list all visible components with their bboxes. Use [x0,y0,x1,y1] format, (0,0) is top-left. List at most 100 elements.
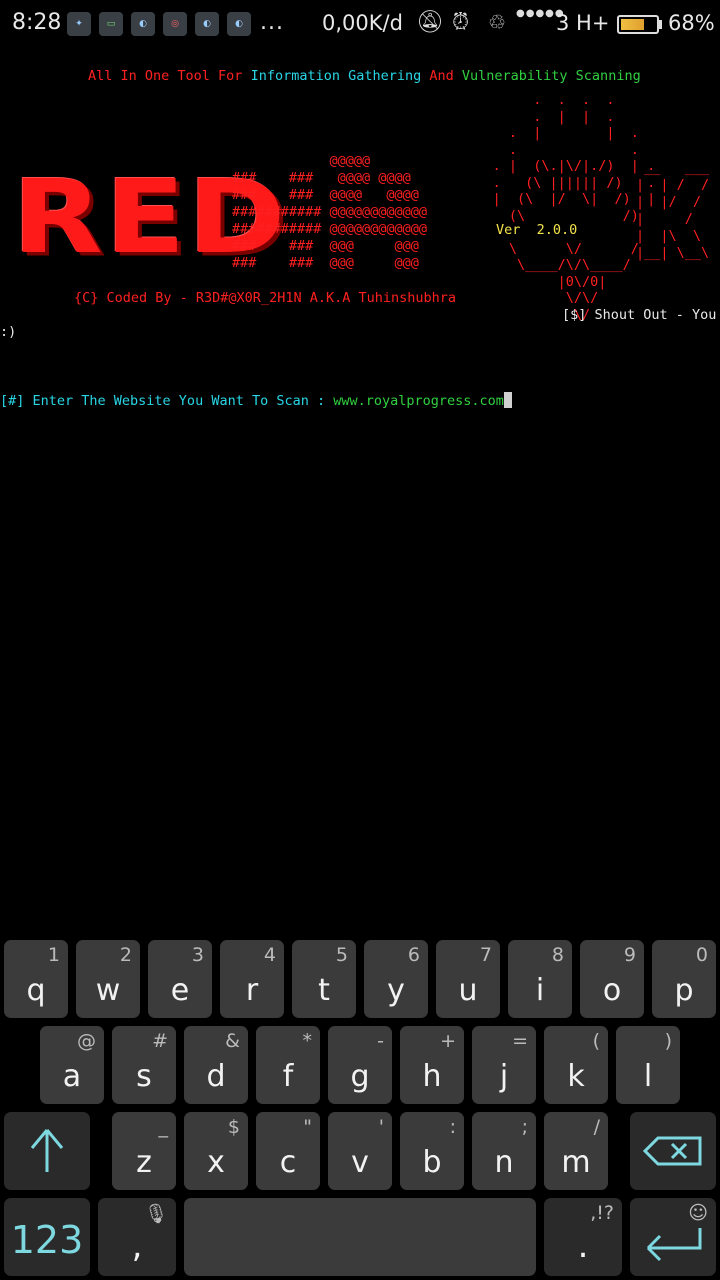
record-notification-icon: ◎ [163,12,187,36]
notification-icons: ✦ ▭ ◐ ◎ ◐ ◐ [67,12,251,36]
key-hint: + [440,1030,456,1052]
smiley-line: :) [0,324,17,340]
key-label: j [499,1059,509,1094]
key-hint: # [152,1030,168,1052]
key-hint: 6 [407,944,420,966]
key-label: v [351,1145,369,1180]
numbers-key[interactable]: 123 [4,1198,90,1276]
tagline: All In One Tool For Information Gatherin… [88,68,641,84]
key-label: k [567,1059,585,1094]
key-j[interactable]: = j [472,1026,536,1104]
key-o[interactable]: 9o [580,940,644,1018]
key-u[interactable]: 7u [436,940,500,1018]
period-key[interactable]: ,!? . [544,1198,622,1276]
key-n[interactable]: ; n [472,1112,536,1190]
key-label: b [422,1145,442,1180]
key-v[interactable]: ' v [328,1112,392,1190]
key-hint: - [377,1030,384,1052]
version-label: Ver 2.0.0 [496,222,578,238]
network-type: 3 H+ [556,11,610,35]
scan-prompt: [#] Enter The Website You Want To Scan : [0,393,334,409]
chat-notification-icon: ◐ [131,12,155,36]
ascii-art-k: __ ___ | | / / | |/ / | / | |\ \ |__| \_… [636,160,710,261]
key-hint: = [512,1030,528,1052]
bell-muted-icon: 🔕︎ [416,10,444,35]
key-hint: 3 [191,944,204,966]
key-label: o [602,973,622,1008]
key-k[interactable]: (k [544,1026,608,1104]
key-hint: 8 [551,944,564,966]
key-label: a [62,1059,82,1094]
status-time: 8:28 [12,10,62,35]
key-label: w [95,973,121,1008]
more-notifications-icon: ... [260,10,284,35]
network-speed: 0,00K/d [322,11,403,35]
battery-percent: 68% [668,11,715,35]
key-hint: 0 [695,944,708,966]
key-hint: & [225,1030,240,1052]
key-hint: 7 [479,944,492,966]
key-label: e [170,973,190,1008]
key-hint: $ [227,1116,240,1138]
key-c[interactable]: " c [256,1112,320,1190]
backspace-key[interactable] [630,1112,716,1190]
scan-prompt-line: [#] Enter The Website You Want To Scan :… [0,392,512,409]
space-bar[interactable] [184,1198,536,1276]
terminal-output: All In One Tool For Information Gatherin… [0,50,720,930]
alarm-icon: ⏰︎ [452,10,470,35]
battery-icon [617,15,659,34]
compass-notification-icon: ✦ [67,12,91,36]
key-b[interactable]: :b [400,1112,464,1190]
coded-by-line: {C} Coded By - R3D#@X0R_2H1N A.K.A Tuhin… [74,290,457,306]
comma-key[interactable]: 🎙︎ , [98,1198,176,1276]
key-d[interactable]: & d [184,1026,248,1104]
website-input[interactable]: www.royalprogress.com [333,393,504,409]
key-hint: 1 [47,944,60,966]
key-label: c [279,1145,297,1180]
key-label: y [387,973,405,1008]
key-f[interactable]: * f [256,1026,320,1104]
key-e[interactable]: 3e [148,940,212,1018]
key-label: z [136,1145,152,1180]
backspace-icon [642,1136,702,1166]
line-app-notification-icon: ▭ [99,12,123,36]
key-hint: 5 [335,944,348,966]
shift-arrow-icon [30,1129,64,1172]
key-x[interactable]: $ x [184,1112,248,1190]
key-g[interactable]: -g [328,1026,392,1104]
key-h[interactable]: + h [400,1026,464,1104]
key-hint: ' [378,1116,384,1138]
battery-tip [659,20,662,29]
microphone-icon: 🎙︎ [143,1203,168,1225]
key-p[interactable]: 0p [652,940,716,1018]
key-label: x [207,1145,225,1180]
key-s[interactable]: # s [112,1026,176,1104]
sync-icon: ♲ [488,10,506,34]
key-hint: ; [521,1116,528,1138]
key-label: s [136,1059,152,1094]
key-a[interactable]: @ a [40,1026,104,1104]
key-y[interactable]: 6y [364,940,428,1018]
ascii-art-skull: . . . . . | | . . | | . . . . | (\.|\/|.… [492,92,656,323]
shout-out-line: [$] Shout Out - You [562,307,717,323]
key-label: m [561,1145,591,1180]
enter-key[interactable]: ☺ [630,1198,716,1276]
key-label: i [535,973,545,1008]
key-w[interactable]: 2w [76,940,140,1018]
key-label: t [318,973,330,1008]
key-label: h [422,1059,442,1094]
key-i[interactable]: 8i [508,940,572,1018]
key-t[interactable]: 5t [292,940,356,1018]
key-z[interactable]: _ z [112,1112,176,1190]
key-r[interactable]: 4r [220,940,284,1018]
key-q[interactable]: 1q [4,940,68,1018]
key-label: p [674,973,694,1008]
key-hint: ( [592,1030,600,1052]
key-hint: 4 [263,944,276,966]
key-l[interactable]: ) l [616,1026,680,1104]
key-m[interactable]: / m [544,1112,608,1190]
soft-keyboard: 1q2w3e4r5t6y7u8i9o0p @ a # s & d * f - g + h = j(k) l … [0,930,720,1280]
shift-key[interactable] [4,1112,90,1190]
key-hint: 9 [623,944,636,966]
key-label: r [245,973,259,1008]
